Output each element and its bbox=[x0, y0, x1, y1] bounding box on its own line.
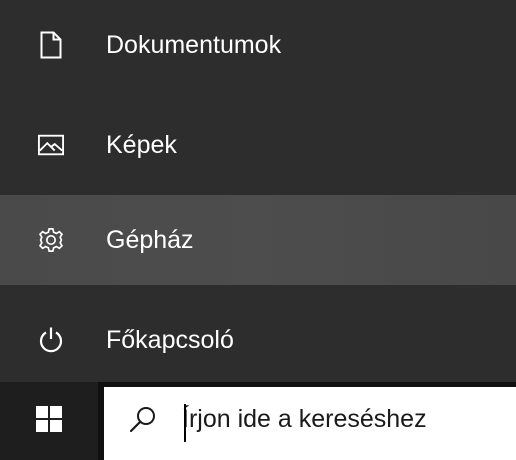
menu-item-label: Főkapcsoló bbox=[106, 325, 234, 354]
menu-item-label: Dokumentumok bbox=[106, 30, 282, 59]
menu-item-label: Képek bbox=[106, 130, 177, 159]
windows-logo-icon bbox=[36, 405, 62, 437]
search-box[interactable]: Írjon ide a kereséshez bbox=[104, 387, 516, 460]
menu-item-label: Gépház bbox=[106, 225, 194, 254]
power-icon bbox=[38, 327, 64, 353]
search-icon bbox=[128, 405, 158, 435]
pictures-icon bbox=[38, 132, 64, 158]
search-input[interactable]: Írjon ide a kereséshez bbox=[182, 405, 427, 434]
menu-item-power[interactable]: Főkapcsoló bbox=[0, 295, 516, 385]
document-icon bbox=[38, 31, 64, 59]
menu-item-documents[interactable]: Dokumentumok bbox=[0, 0, 516, 90]
menu-item-settings[interactable]: Gépház bbox=[0, 195, 516, 285]
menu-item-pictures[interactable]: Képek bbox=[0, 100, 516, 190]
start-menu: Dokumentumok Képek Gépház Főkapcsoló bbox=[0, 0, 516, 382]
start-button[interactable] bbox=[0, 382, 98, 460]
gear-icon bbox=[38, 227, 64, 253]
text-cursor bbox=[184, 404, 186, 442]
taskbar: Írjon ide a kereséshez bbox=[0, 382, 516, 460]
